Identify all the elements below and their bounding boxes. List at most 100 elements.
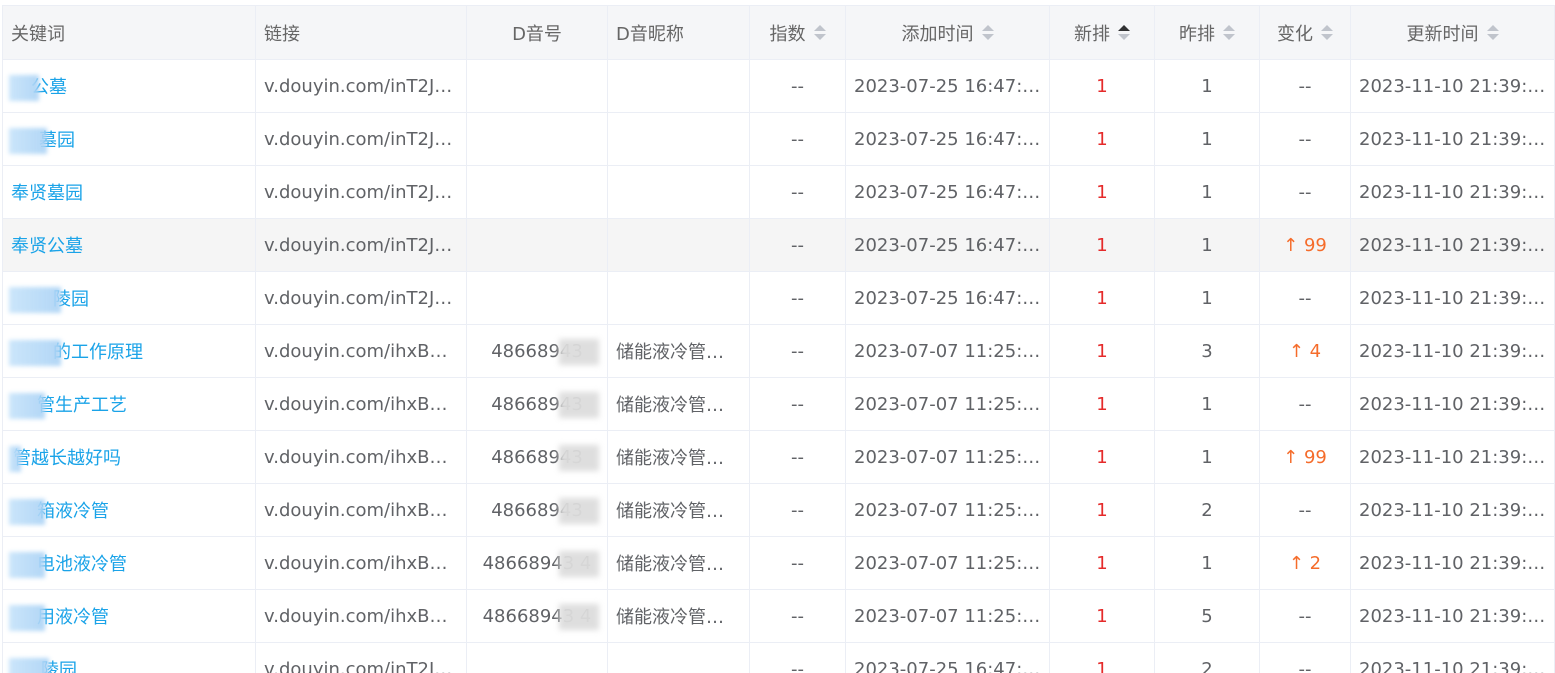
cell-new-rank-text: 1 bbox=[1096, 658, 1108, 673]
column-header-added-time[interactable]: 添加时间 bbox=[845, 5, 1050, 60]
cell-did bbox=[466, 112, 608, 166]
cell-did: 48668943 bbox=[466, 377, 608, 431]
cell-keyword[interactable]: 奉贤公墓 bbox=[2, 218, 256, 272]
table-row[interactable]: 奉贤墓园 v.douyin.com/inT2Js7/ -- 2023-07-25 16… bbox=[2, 165, 1555, 219]
cell-change-text: -- bbox=[1298, 181, 1312, 203]
cell-keyword[interactable]: 陵园 bbox=[2, 271, 256, 325]
cell-new-rank: 1 bbox=[1049, 377, 1155, 431]
cell-change-text: -- bbox=[1298, 393, 1312, 415]
cell-link[interactable]: v.douyin.com/inT2Js7/ bbox=[255, 165, 467, 219]
cell-link[interactable]: v.douyin.com/inT2Js7/ bbox=[255, 271, 467, 325]
cell-link[interactable]: v.douyin.com/ihxBA… bbox=[255, 377, 467, 431]
cell-new-rank: 1 bbox=[1049, 271, 1155, 325]
cell-link[interactable]: v.douyin.com/ihxBA… bbox=[255, 430, 467, 484]
cell-change: -- bbox=[1259, 642, 1351, 673]
cell-index-text: -- bbox=[791, 658, 804, 673]
keyword-link[interactable]: 箱液冷管 bbox=[9, 499, 109, 525]
sort-icon[interactable] bbox=[1486, 25, 1499, 40]
cell-prev-rank: 2 bbox=[1154, 642, 1260, 673]
keyword-link[interactable]: 墓园 bbox=[9, 128, 75, 154]
cell-link-text: v.douyin.com/ihxBA… bbox=[264, 499, 460, 521]
table-row[interactable]: 墓园 v.douyin.com/inT2Js7/ -- 2023-07-25 16:4… bbox=[2, 112, 1555, 166]
table-row[interactable]: 陵园 v.douyin.com/inT2Js7/ -- 2023-07-25 16:4… bbox=[2, 642, 1555, 673]
cell-keyword[interactable]: 墓园 bbox=[2, 112, 256, 166]
keyword-link[interactable]: 的工作原理 bbox=[9, 340, 143, 366]
cell-keyword[interactable]: 管越长越好吗 bbox=[2, 430, 256, 484]
cell-new-rank-text: 1 bbox=[1096, 393, 1108, 415]
table-row[interactable]: 管生产工艺 v.douyin.com/ihxBA… 48668943 储能液冷管… --… bbox=[2, 377, 1555, 431]
column-header-index[interactable]: 指数 bbox=[749, 5, 846, 60]
keyword-link[interactable]: 管越长越好吗 bbox=[9, 446, 121, 472]
cell-index: -- bbox=[749, 536, 846, 590]
column-header-change[interactable]: 变化 bbox=[1259, 5, 1351, 60]
sort-icon[interactable] bbox=[1321, 25, 1333, 40]
cell-change-text: -- bbox=[1298, 605, 1312, 627]
table-row[interactable]: 用液冷管 v.douyin.com/ihxBA… 48668943 4 储能液冷管… -… bbox=[2, 589, 1555, 643]
cell-link[interactable]: v.douyin.com/inT2Js7/ bbox=[255, 59, 467, 113]
cell-prev-rank: 1 bbox=[1154, 271, 1260, 325]
table-row[interactable]: 电池液冷管 v.douyin.com/ihxBA… 48668943 4 储能液冷管…… bbox=[2, 536, 1555, 590]
cell-link[interactable]: v.douyin.com/ihxBA… bbox=[255, 589, 467, 643]
cell-link-text: v.douyin.com/inT2Js7/ bbox=[264, 658, 462, 673]
keyword-link[interactable]: 陵园 bbox=[9, 287, 89, 313]
column-header-prev-rank[interactable]: 昨排 bbox=[1154, 5, 1260, 60]
keyword-link[interactable]: 电池液冷管 bbox=[9, 552, 127, 578]
cell-link[interactable]: v.douyin.com/ihxBA… bbox=[255, 324, 467, 378]
table-row[interactable]: 公墓 v.douyin.com/inT2Js7/ -- 2023-07-25 16:4… bbox=[2, 59, 1555, 113]
cell-prev-rank: 1 bbox=[1154, 112, 1260, 166]
column-header-new-rank[interactable]: 新排 bbox=[1049, 5, 1155, 60]
column-header-updated-time[interactable]: 更新时间 bbox=[1350, 5, 1555, 60]
redaction-blur bbox=[9, 340, 61, 366]
cell-added-time: 2023-07-07 11:25:16 bbox=[845, 324, 1050, 378]
cell-link[interactable]: v.douyin.com/inT2Js7/ bbox=[255, 112, 467, 166]
keyword-link[interactable]: 奉贤公墓 bbox=[11, 236, 83, 257]
redaction-blur bbox=[559, 498, 599, 524]
cell-index: -- bbox=[749, 324, 846, 378]
cell-updated-time: 2023-11-10 21:39:15 bbox=[1350, 218, 1555, 272]
cell-new-rank-text: 1 bbox=[1096, 234, 1108, 256]
cell-index-text: -- bbox=[791, 234, 804, 256]
keyword-link[interactable]: 公墓 bbox=[9, 75, 67, 101]
cell-nickname-text: 储能液冷管… bbox=[616, 501, 724, 522]
keyword-link[interactable]: 管生产工艺 bbox=[9, 393, 127, 419]
cell-nickname bbox=[607, 165, 750, 219]
cell-keyword[interactable]: 陵园 bbox=[2, 642, 256, 673]
cell-updated-time: 2023-11-10 21:39:24 bbox=[1350, 483, 1555, 537]
sort-icon[interactable] bbox=[813, 25, 826, 40]
cell-keyword[interactable]: 公墓 bbox=[2, 59, 256, 113]
table-row[interactable]: 的工作原理 v.douyin.com/ihxBA… 48668943 储能液冷管… --… bbox=[2, 324, 1555, 378]
cell-index: -- bbox=[749, 430, 846, 484]
cell-keyword[interactable]: 箱液冷管 bbox=[2, 483, 256, 537]
cell-keyword[interactable]: 用液冷管 bbox=[2, 589, 256, 643]
cell-new-rank: 1 bbox=[1049, 536, 1155, 590]
keyword-link[interactable]: 奉贤墓园 bbox=[11, 183, 83, 204]
cell-index: -- bbox=[749, 112, 846, 166]
sort-icon[interactable] bbox=[981, 25, 994, 40]
cell-keyword[interactable]: 的工作原理 bbox=[2, 324, 256, 378]
cell-prev-rank-text: 1 bbox=[1201, 234, 1213, 256]
cell-link[interactable]: v.douyin.com/ihxBA… bbox=[255, 536, 467, 590]
cell-keyword-text: 奉贤公墓 bbox=[11, 236, 83, 257]
cell-nickname bbox=[607, 218, 750, 272]
cell-keyword[interactable]: 管生产工艺 bbox=[2, 377, 256, 431]
table-row[interactable]: 奉贤公墓 v.douyin.com/inT2Js7/ -- 2023-07-25 16… bbox=[2, 218, 1555, 272]
cell-link[interactable]: v.douyin.com/inT2Js7/ bbox=[255, 642, 467, 673]
sort-icon[interactable] bbox=[1223, 25, 1235, 40]
table-row[interactable]: 箱液冷管 v.douyin.com/ihxBA… 48668943 储能液冷管… -- 2… bbox=[2, 483, 1555, 537]
cell-change-text: -- bbox=[1298, 75, 1312, 97]
sort-asc-icon[interactable] bbox=[1118, 25, 1130, 40]
table-row[interactable]: 管越长越好吗 v.douyin.com/ihxBA… 48668943 储能液冷管… -… bbox=[2, 430, 1555, 484]
cell-prev-rank-text: 1 bbox=[1201, 75, 1213, 97]
cell-keyword[interactable]: 奉贤墓园 bbox=[2, 165, 256, 219]
cell-updated-time: 2023-11-10 21:39:24 bbox=[1350, 324, 1555, 378]
cell-keyword[interactable]: 电池液冷管 bbox=[2, 536, 256, 590]
cell-link[interactable]: v.douyin.com/ihxBA… bbox=[255, 483, 467, 537]
keyword-link[interactable]: 陵园 bbox=[9, 658, 77, 673]
cell-change: -- bbox=[1259, 271, 1351, 325]
table-row[interactable]: 陵园 v.douyin.com/inT2Js7/ -- 2023-07-25 16:4… bbox=[2, 271, 1555, 325]
keyword-link[interactable]: 用液冷管 bbox=[9, 605, 109, 631]
cell-added-time: 2023-07-25 16:47:37 bbox=[845, 59, 1050, 113]
cell-index-text: -- bbox=[791, 499, 804, 521]
cell-link[interactable]: v.douyin.com/inT2Js7/ bbox=[255, 218, 467, 272]
cell-index: -- bbox=[749, 483, 846, 537]
